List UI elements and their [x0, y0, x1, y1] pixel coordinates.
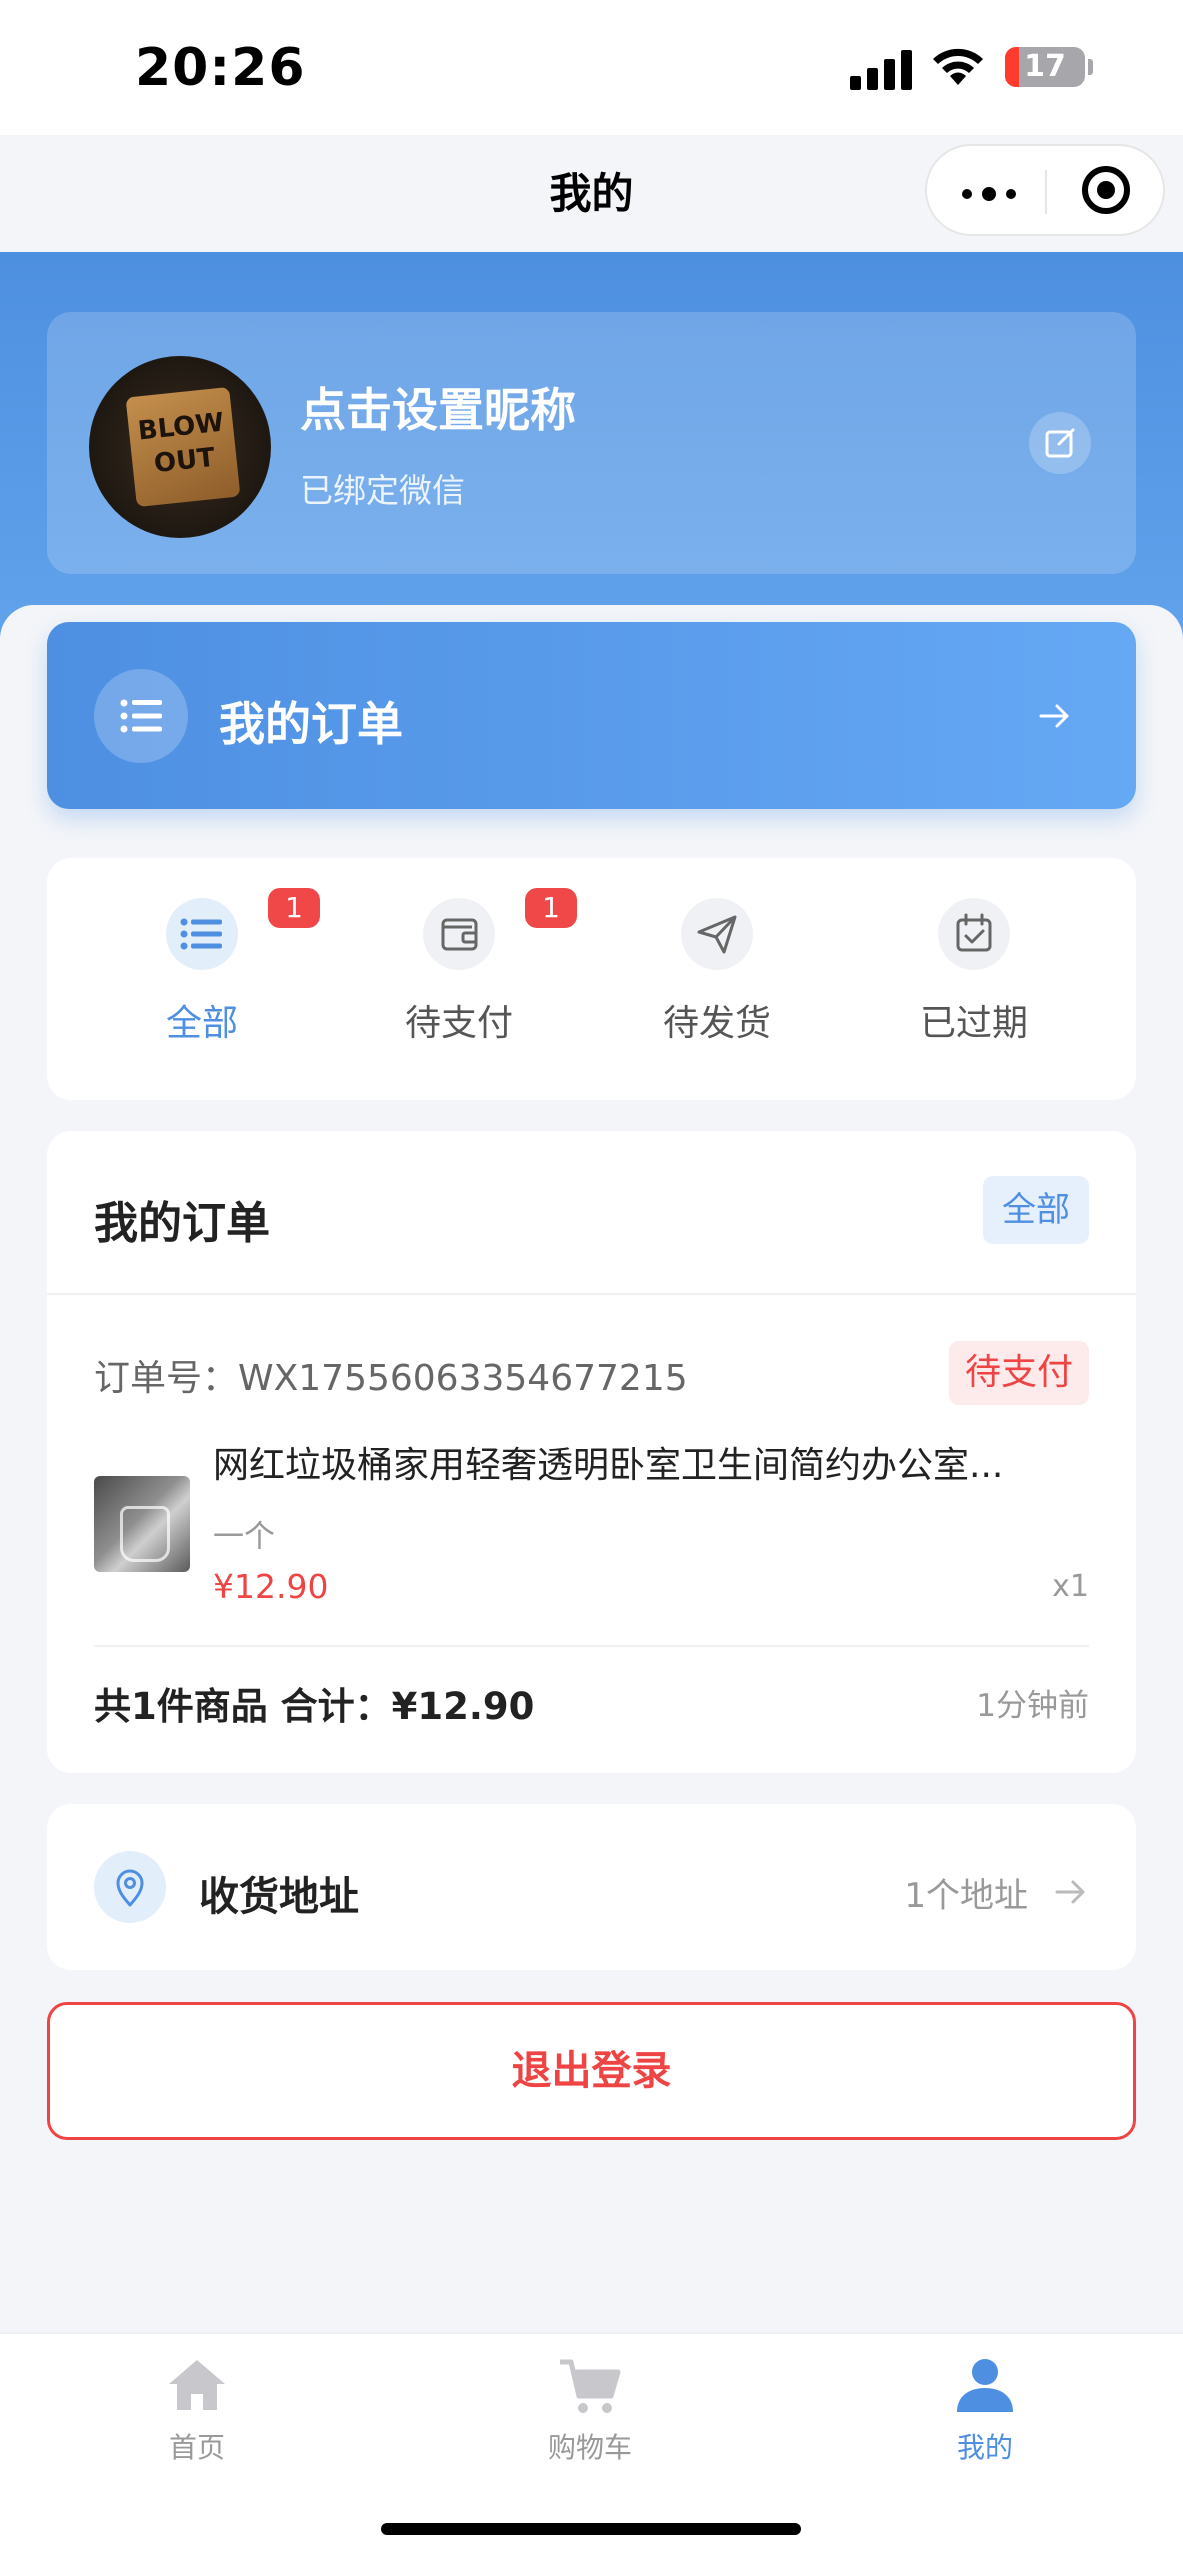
- address-row[interactable]: 收货地址 1个地址: [47, 1804, 1136, 1970]
- battery-tip: [1088, 59, 1093, 75]
- close-mini-program-icon[interactable]: [1082, 166, 1130, 214]
- nickname[interactable]: 点击设置昵称: [300, 374, 576, 440]
- battery-level: 17: [1024, 49, 1066, 84]
- order-status-badge: 待支付: [949, 1341, 1089, 1405]
- tab-home-label: 首页: [168, 2431, 225, 2464]
- tab-pending-shipment[interactable]: 待发货: [632, 898, 802, 1068]
- tab-mine[interactable]: 我的: [885, 2354, 1085, 2466]
- arrow-right-icon: [1039, 704, 1069, 728]
- edit-profile-button[interactable]: [1029, 412, 1091, 474]
- divider: [47, 1293, 1136, 1295]
- logout-button[interactable]: 退出登录: [47, 2002, 1136, 2140]
- wallet-icon: [423, 898, 495, 970]
- user-icon: [957, 2359, 1013, 2412]
- view-all-orders-button[interactable]: 全部: [983, 1176, 1089, 1244]
- status-time: 20:26: [135, 38, 306, 98]
- order-time: 1分钟前: [976, 1688, 1089, 1724]
- product-quantity: x1: [1052, 1569, 1089, 1604]
- tab-expired-label: 已过期: [919, 1003, 1028, 1044]
- product-name: 网红垃圾桶家用轻奢透明卧室卫生间简约办公室...: [213, 1445, 1004, 1486]
- battery-icon: 17: [1005, 47, 1085, 87]
- product-thumbnail: [94, 1476, 190, 1572]
- profile-card[interactable]: BLOW OUT 点击设置昵称 已绑定微信: [47, 312, 1136, 574]
- pending-payment-badge: 1: [525, 888, 577, 928]
- list-icon: [94, 669, 188, 763]
- tab-cart-label: 购物车: [547, 2431, 632, 2464]
- capsule-divider: [1045, 170, 1047, 214]
- avatar[interactable]: BLOW OUT: [89, 356, 271, 538]
- all-orders-badge: 1: [268, 888, 320, 928]
- location-pin-icon: [94, 1851, 166, 1923]
- tab-all-orders[interactable]: 全部: [117, 898, 287, 1068]
- order-number: 订单号：WX17556063354677215: [94, 1358, 688, 1399]
- wechat-bound-text: 已绑定微信: [300, 471, 465, 510]
- edit-icon: [1045, 428, 1075, 458]
- more-icon[interactable]: [962, 187, 1018, 202]
- tab-pending-payment[interactable]: 待支付: [374, 898, 544, 1068]
- mini-program-capsule: [925, 144, 1165, 236]
- product-price: ¥12.90: [213, 1567, 329, 1606]
- my-orders-title: 我的订单: [219, 697, 403, 751]
- divider: [94, 1645, 1089, 1647]
- tab-cart[interactable]: 购物车: [490, 2354, 690, 2466]
- my-orders-banner[interactable]: 我的订单: [47, 622, 1136, 809]
- tab-all-label: 全部: [165, 1003, 238, 1044]
- tab-mine-label: 我的: [956, 2431, 1013, 2464]
- tab-pending-payment-label: 待支付: [404, 1003, 513, 1044]
- list-icon: [166, 898, 238, 970]
- order-summary: 共1件商品 合计：¥12.90: [94, 1685, 535, 1728]
- orders-card: 我的订单 全部 订单号：WX17556063354677215 待支付 网红垃圾…: [47, 1131, 1136, 1773]
- cart-icon: [560, 2359, 621, 2413]
- tab-expired[interactable]: 已过期: [889, 898, 1059, 1068]
- wifi-icon: [933, 48, 983, 85]
- tab-home[interactable]: 首页: [97, 2354, 297, 2466]
- signal-icon: [850, 48, 914, 90]
- product-spec: 一个: [213, 1519, 275, 1555]
- status-bar: 20:26 17: [0, 0, 1183, 135]
- send-icon: [681, 898, 753, 970]
- avatar-logo: BLOW OUT: [125, 386, 241, 508]
- address-title: 收货地址: [199, 1874, 359, 1920]
- arrow-right-icon: [1055, 1880, 1085, 1904]
- orders-section-title: 我的订单: [94, 1198, 270, 1249]
- home-indicator: [381, 2523, 801, 2535]
- home-icon: [169, 2360, 225, 2410]
- address-count: 1个地址: [904, 1876, 1028, 1916]
- order-status-tabs: 全部 1 待支付 1 待发货 已过期: [47, 858, 1136, 1100]
- tab-pending-shipment-label: 待发货: [662, 1003, 771, 1044]
- calendar-check-icon: [938, 898, 1010, 970]
